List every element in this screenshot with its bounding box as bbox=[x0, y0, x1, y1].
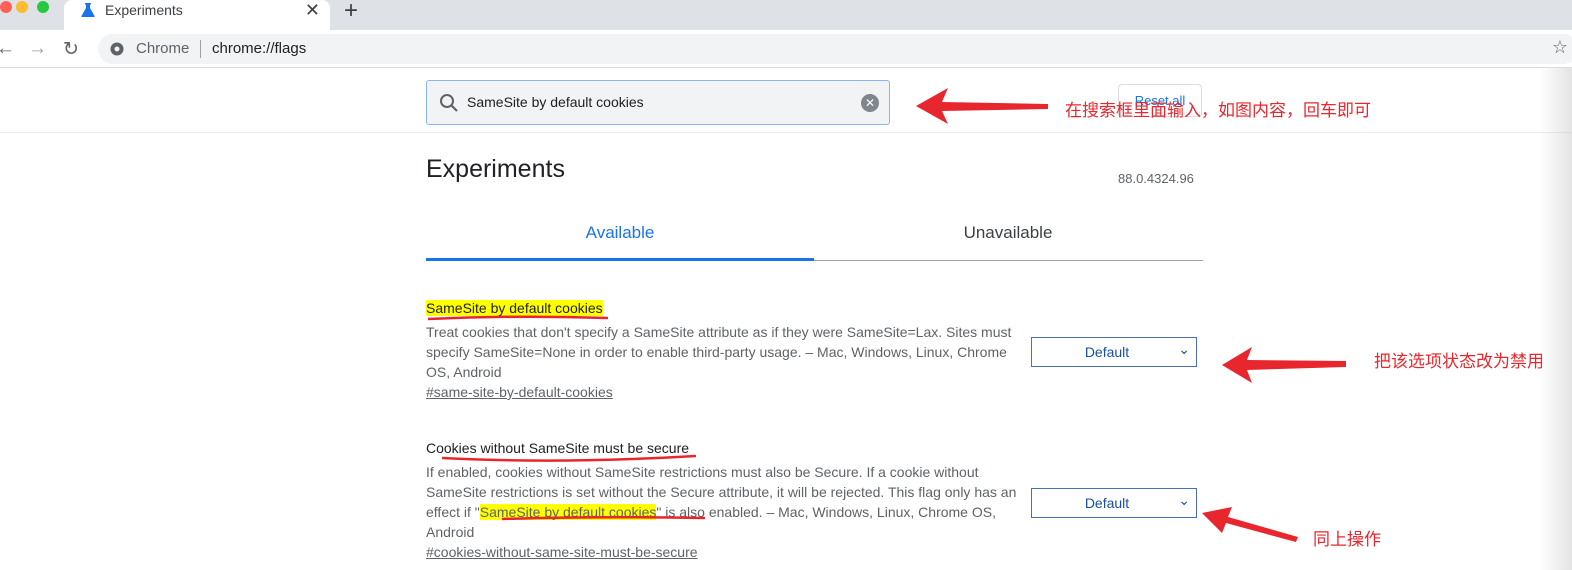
search-icon bbox=[440, 94, 458, 112]
underline-mark bbox=[427, 315, 609, 321]
annotation-search-hint: 在搜索框里面输入，如图内容，回车即可 bbox=[1065, 101, 1371, 121]
clear-search-icon[interactable]: ✕ bbox=[861, 94, 879, 112]
page-title: Experiments bbox=[426, 155, 565, 183]
select-value: Default bbox=[1084, 495, 1130, 511]
window-close-button[interactable] bbox=[0, 1, 12, 13]
search-input[interactable]: SameSite by default cookies ✕ bbox=[426, 80, 890, 125]
search-query: SameSite by default cookies bbox=[467, 94, 644, 110]
flag-permalink[interactable]: #same-site-by-default-cookies bbox=[426, 384, 613, 400]
bookmark-star-icon[interactable]: ☆ bbox=[1552, 37, 1568, 58]
new-tab-button[interactable]: + bbox=[344, 0, 358, 25]
tab-available[interactable]: Available bbox=[426, 223, 814, 243]
tab-strip: Experiments ✕ + bbox=[0, 0, 1572, 30]
annotation-flag2-hint: 同上操作 bbox=[1313, 530, 1381, 550]
flag-description: If enabled, cookies without SameSite res… bbox=[426, 462, 1018, 542]
window-minimize-button[interactable] bbox=[16, 1, 28, 13]
omnibox-separator bbox=[200, 40, 201, 58]
browser-tab-experiments[interactable]: Experiments ✕ bbox=[64, 0, 330, 30]
red-arrow-icon bbox=[1202, 507, 1298, 542]
flag-state-select[interactable]: Default ⌄ bbox=[1031, 337, 1197, 367]
flag-permalink[interactable]: #cookies-without-same-site-must-be-secur… bbox=[426, 544, 698, 560]
address-bar[interactable]: Chrome chrome://flags bbox=[98, 34, 1572, 64]
red-arrow-icon bbox=[1222, 347, 1346, 383]
annotation-flag1-hint: 把该选项状态改为禁用 bbox=[1374, 352, 1544, 372]
tab-close-icon[interactable]: ✕ bbox=[305, 0, 320, 21]
flask-icon bbox=[81, 3, 95, 17]
browser-toolbar: ← → ↻ Chrome chrome://flags bbox=[0, 30, 1572, 68]
chrome-icon bbox=[110, 42, 124, 56]
underline-mark bbox=[441, 454, 697, 462]
underline-mark bbox=[501, 515, 706, 521]
omnibox-site-label: Chrome bbox=[136, 40, 190, 57]
flag-state-select[interactable]: Default ⌄ bbox=[1031, 488, 1197, 518]
forward-arrow-icon[interactable]: → bbox=[28, 38, 47, 60]
flag-description: Treat cookies that don't specify a SameS… bbox=[426, 324, 1012, 380]
active-tab-indicator bbox=[426, 258, 814, 261]
page-edge-shadow bbox=[1540, 68, 1572, 570]
select-value: Default bbox=[1084, 344, 1130, 360]
omnibox-url[interactable]: chrome://flags bbox=[212, 40, 306, 57]
chevron-down-icon: ⌄ bbox=[1178, 492, 1190, 508]
reload-icon[interactable]: ↻ bbox=[63, 38, 79, 61]
tab-unavailable[interactable]: Unavailable bbox=[814, 223, 1202, 243]
tab-title: Experiments bbox=[105, 2, 183, 18]
window-maximize-button[interactable] bbox=[37, 1, 49, 13]
red-arrow-icon bbox=[916, 88, 1048, 124]
chevron-down-icon: ⌄ bbox=[1178, 341, 1190, 357]
version-label: 88.0.4324.96 bbox=[1118, 171, 1194, 186]
flags-tabs: Available Unavailable bbox=[426, 214, 1203, 261]
back-arrow-icon[interactable]: ← bbox=[0, 38, 15, 60]
